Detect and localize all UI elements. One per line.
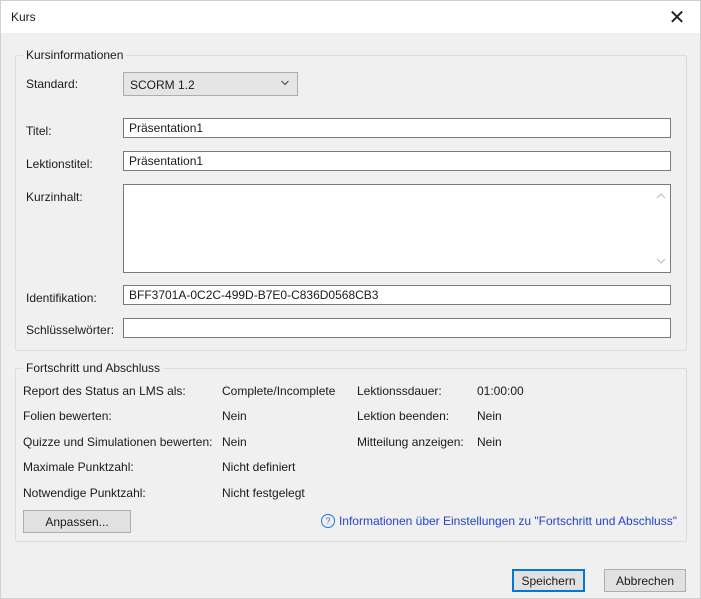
- id-label: Identifikation:: [26, 291, 97, 305]
- scroll-down-arrow-icon[interactable]: [656, 256, 666, 266]
- customize-button[interactable]: Anpassen...: [23, 510, 131, 533]
- summary-textarea[interactable]: [123, 184, 671, 273]
- report-status-value: Complete/Incomplete: [222, 384, 336, 398]
- keywords-label: Schlüsselwörter:: [26, 323, 115, 337]
- progress-legend: Fortschritt und Abschluss: [23, 361, 164, 375]
- title-label: Titel:: [26, 124, 52, 138]
- title-field[interactable]: [123, 118, 671, 138]
- progress-info-link[interactable]: ? Informationen über Einstellungen zu "F…: [320, 514, 677, 528]
- show-message-label: Mitteilung anzeigen:: [357, 435, 464, 449]
- save-button[interactable]: Speichern: [512, 569, 585, 592]
- max-score-label: Maximale Punktzahl:: [23, 460, 134, 474]
- required-score-label: Notwendige Punktzahl:: [23, 486, 146, 500]
- end-lesson-value: Nein: [477, 409, 502, 423]
- lesson-duration-value: 01:00:00: [477, 384, 524, 398]
- report-status-label: Report des Status an LMS als:: [23, 384, 186, 398]
- grade-slides-value: Nein: [222, 409, 247, 423]
- lesson-title-label: Lektionstitel:: [26, 157, 93, 171]
- scroll-up-arrow-icon[interactable]: [656, 191, 666, 201]
- title-bar: Kurs ✕: [1, 1, 700, 33]
- info-circle-icon: ?: [320, 514, 335, 528]
- id-field[interactable]: [123, 285, 671, 305]
- course-info-legend: Kursinformationen: [23, 48, 127, 62]
- end-lesson-label: Lektion beenden:: [357, 409, 450, 423]
- standard-dropdown[interactable]: SCORM 1.2: [123, 72, 298, 96]
- lesson-duration-label: Lektionssdauer:: [357, 384, 442, 398]
- grade-quizzes-label: Quizze und Simulationen bewerten:: [23, 435, 213, 449]
- lesson-title-field[interactable]: [123, 151, 671, 171]
- cancel-button[interactable]: Abbrechen: [604, 569, 686, 592]
- course-dialog: Kurs ✕ Kursinformationen Standard: SCORM…: [0, 0, 701, 599]
- show-message-value: Nein: [477, 435, 502, 449]
- close-icon: ✕: [668, 6, 686, 29]
- standard-value: SCORM 1.2: [130, 78, 195, 92]
- summary-label: Kurzinhalt:: [26, 190, 83, 204]
- chevron-down-icon: [281, 80, 289, 86]
- grade-quizzes-value: Nein: [222, 435, 247, 449]
- grade-slides-label: Folien bewerten:: [23, 409, 112, 423]
- standard-label: Standard:: [26, 77, 79, 91]
- close-button[interactable]: ✕: [654, 1, 700, 33]
- keywords-field[interactable]: [123, 318, 671, 338]
- max-score-value: Nicht definiert: [222, 460, 296, 474]
- progress-info-link-text: Informationen über Einstellungen zu "For…: [338, 514, 677, 528]
- dialog-title: Kurs: [11, 10, 36, 24]
- required-score-value: Nicht festgelegt: [222, 486, 305, 500]
